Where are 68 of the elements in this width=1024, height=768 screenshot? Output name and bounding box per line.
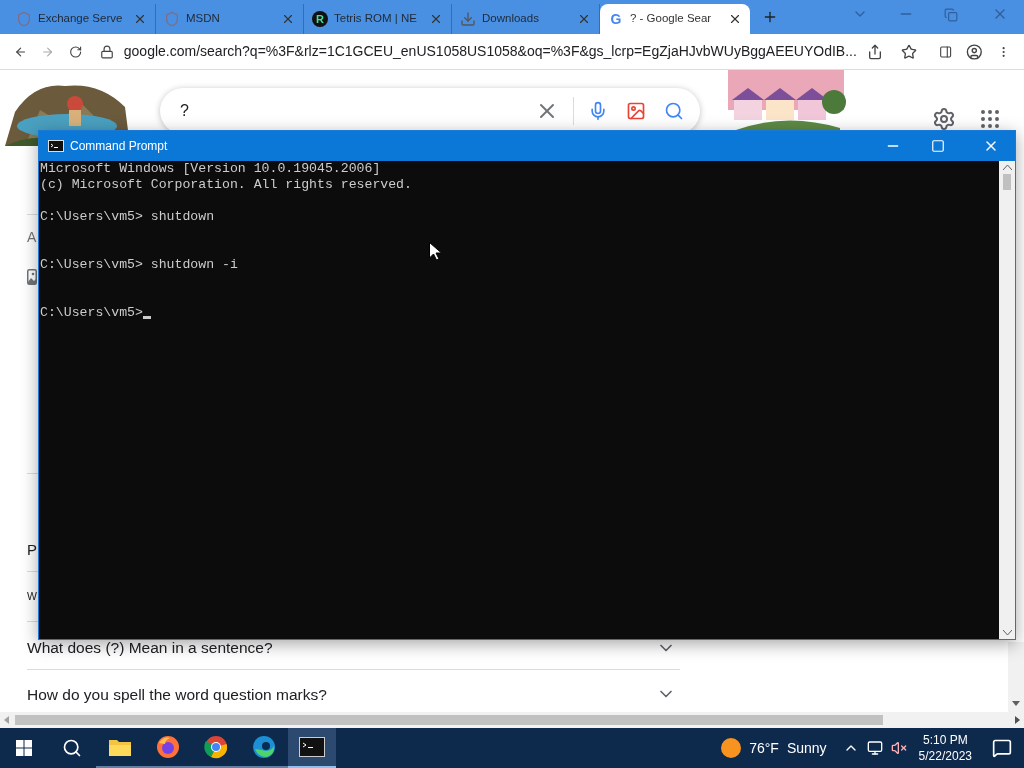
scroll-thumb[interactable] [15, 715, 883, 725]
scrollbar[interactable] [999, 161, 1015, 639]
download-icon [460, 11, 476, 27]
scroll-down-icon[interactable] [1012, 701, 1020, 706]
console-line: C:\Users\vm5> [40, 305, 143, 321]
horizontal-scrollbar[interactable] [0, 712, 1024, 728]
time-text: 5:10 PM [922, 732, 968, 748]
new-tab-icon[interactable] [762, 9, 778, 25]
shield-icon [16, 11, 32, 27]
apps-icon[interactable] [978, 107, 1002, 131]
settings-icon[interactable] [932, 107, 956, 131]
microphone-icon[interactable] [588, 101, 608, 121]
site-icon: R [312, 11, 328, 27]
scroll-down-icon[interactable] [1002, 630, 1012, 635]
heading-text: A [27, 227, 37, 247]
tab-title: Downloads [482, 11, 540, 27]
folder-icon [108, 737, 132, 757]
question-text[interactable]: What does (?) Mean in a sentence? [27, 641, 273, 654]
sun-icon [721, 738, 742, 758]
notification-icon[interactable] [992, 738, 1012, 758]
weather-widget[interactable]: 76°F Sunny [721, 728, 839, 768]
google-icon: G [608, 11, 624, 27]
browser-tab[interactable]: G ? - Google Sear [600, 4, 750, 34]
search-text: ? [180, 101, 190, 121]
bookmark-icon[interactable] [900, 43, 917, 60]
section-heading: P [27, 541, 37, 559]
date-text: 5/22/2023 [918, 748, 972, 764]
console-line: (c) Microsoft Corporation. All rights reserved. [40, 177, 412, 193]
tab-title: ? - Google Sear [630, 11, 713, 27]
scroll-up-icon[interactable] [1002, 165, 1012, 170]
console-line: C:\Users\vm5> shutdown [40, 209, 215, 225]
console-icon [48, 140, 64, 152]
tab-title: MSDN [186, 11, 221, 27]
windows-icon [16, 740, 32, 756]
maximize-icon[interactable] [931, 139, 945, 153]
question-text[interactable]: How do you spell the word question marks? [27, 687, 327, 701]
console-line: C:\Users\vm5> shutdown -i [40, 257, 238, 273]
terminal-icon [299, 737, 325, 757]
network-icon[interactable] [866, 740, 883, 756]
share-icon[interactable] [866, 43, 883, 60]
firefox-icon [156, 735, 180, 759]
image-icon [27, 269, 37, 285]
chrome-icon [204, 735, 228, 759]
console-line: Microsoft Windows [Version 10.0.19045.2006] [40, 161, 381, 177]
shield-icon [164, 11, 180, 27]
taskbar-app[interactable] [288, 728, 336, 768]
clock[interactable]: 5:10 PM 5/22/2023 [910, 732, 980, 764]
reload-icon[interactable] [68, 43, 82, 60]
lock-icon [99, 44, 114, 59]
side-panel-icon[interactable] [938, 43, 953, 60]
close-icon[interactable] [728, 12, 742, 26]
weather-text: Sunny [786, 738, 827, 758]
tab-title: Exchange Serve [38, 11, 124, 27]
scrollbar[interactable] [1008, 642, 1024, 712]
edge-icon [252, 735, 276, 759]
scroll-right-icon[interactable] [1015, 716, 1020, 724]
search-icon [62, 738, 82, 758]
url-text: google.com/search?q=%3F&rlz=1C1GCEU_enUS1058US1058&oq=%3F&gs_lcrp=EgZjaHJvbWUyBggAEEUYOdIB... [123, 42, 857, 61]
temperature-text: 76°F [749, 738, 779, 758]
text-cursor [142, 316, 151, 319]
question-text: W [27, 588, 37, 604]
scroll-thumb[interactable] [1003, 174, 1011, 190]
profile-icon[interactable] [966, 41, 983, 62]
muted-speaker-icon[interactable] [890, 740, 907, 756]
tab-title: Tetris ROM | NE [334, 11, 418, 27]
mouse-pointer-icon [429, 242, 441, 261]
search-icon[interactable] [664, 101, 684, 121]
window-title: Command Prompt [70, 138, 168, 155]
